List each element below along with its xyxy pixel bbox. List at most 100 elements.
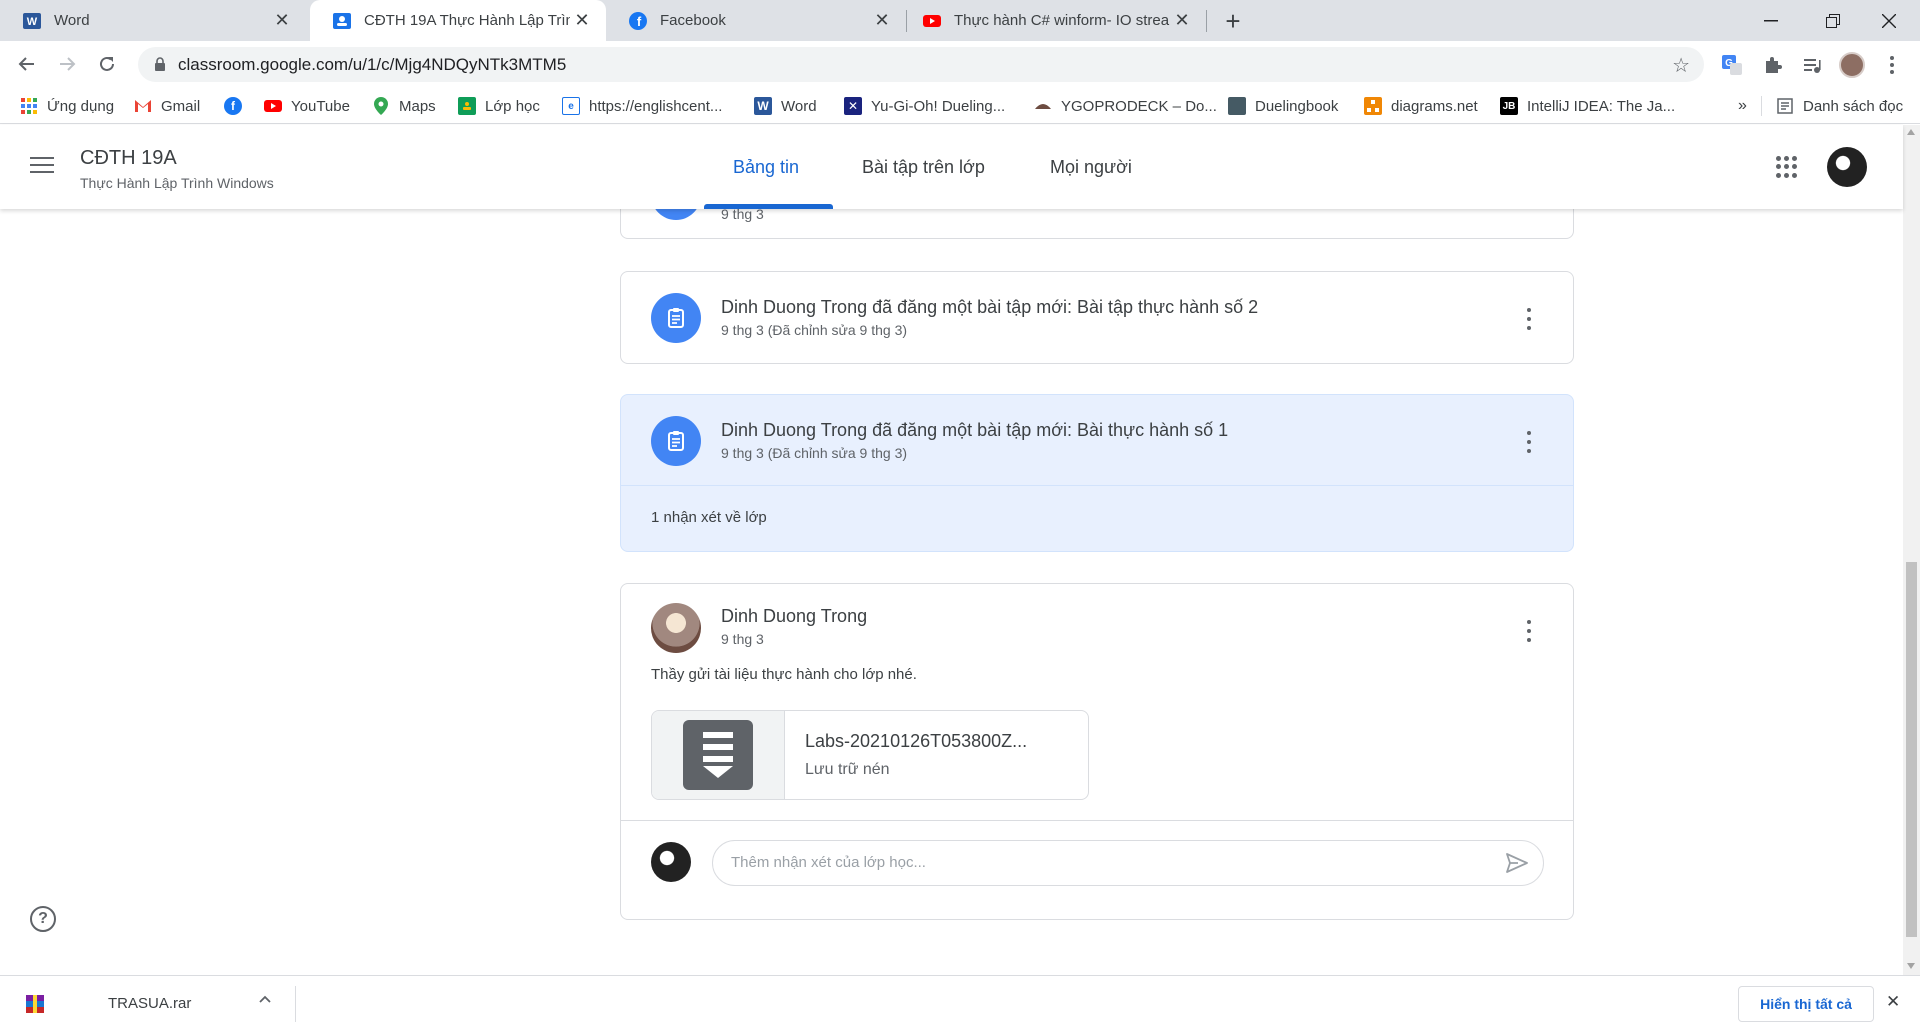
tab-word[interactable]: W Word ✕ xyxy=(0,0,306,41)
class-comments-link[interactable]: 1 nhận xét về lớp xyxy=(651,509,767,526)
classroom-icon xyxy=(458,97,476,115)
author-avatar[interactable] xyxy=(651,603,701,653)
scroll-down-icon[interactable] xyxy=(1907,963,1915,969)
divider xyxy=(621,485,1573,486)
assignment-icon xyxy=(651,416,701,466)
bookmark-label: YouTube xyxy=(291,97,350,115)
bookmark-gmail[interactable]: Gmail xyxy=(134,94,200,118)
browser-menu-icon[interactable] xyxy=(1878,51,1906,79)
maps-icon xyxy=(372,97,390,115)
tab-youtube[interactable]: Thực hành C# winform- IO stream ✕ xyxy=(900,0,1206,41)
bookmark-duelingbook[interactable]: Duelingbook xyxy=(1228,94,1338,118)
tab-facebook[interactable]: f Facebook ✕ xyxy=(606,0,906,41)
page-scrollbar[interactable] xyxy=(1903,125,1920,975)
author-name[interactable]: Dinh Duong Trong xyxy=(721,606,867,627)
restore-button[interactable] xyxy=(1802,0,1864,41)
tab-people[interactable]: Mọi người xyxy=(1050,157,1132,178)
post-title[interactable]: Dinh Duong Trong đã đăng một bài tập mới… xyxy=(721,420,1228,441)
attachment-thumbnail xyxy=(652,711,785,799)
divider xyxy=(621,820,1573,821)
chevron-up-icon[interactable] xyxy=(258,992,272,1011)
classroom-icon xyxy=(332,11,352,31)
current-user-avatar xyxy=(651,842,691,882)
new-tab-button[interactable]: + xyxy=(1218,6,1248,36)
show-all-downloads-button[interactable]: Hiển thị tất cả xyxy=(1738,986,1874,1022)
media-control-icon[interactable] xyxy=(1798,51,1826,79)
attachment-name[interactable]: Labs-20210126T053800Z... xyxy=(805,731,1027,752)
bookmark-label: Ứng dụng xyxy=(47,97,115,115)
svg-text:W: W xyxy=(27,16,38,28)
rar-archive-icon xyxy=(26,995,44,1013)
close-download-bar-button[interactable]: ✕ xyxy=(1886,992,1900,1012)
tab-separator xyxy=(1206,10,1207,32)
intellij-icon: JB xyxy=(1500,97,1518,115)
scroll-thumb[interactable] xyxy=(1906,562,1917,937)
stream-post[interactable]: 9 thg 3 xyxy=(620,209,1574,239)
bookmark-yugioh[interactable]: ✕ Yu-Gi-Oh! Dueling... xyxy=(844,94,1005,118)
close-icon[interactable]: ✕ xyxy=(270,9,294,33)
bookmark-apps[interactable]: Ứng dụng xyxy=(20,94,114,118)
account-avatar[interactable] xyxy=(1827,147,1867,187)
bookmark-facebook[interactable]: f xyxy=(224,94,251,118)
bookmark-word[interactable]: W Word xyxy=(754,94,817,118)
window-close-button[interactable] xyxy=(1858,0,1920,41)
forward-button[interactable] xyxy=(50,47,84,81)
bookmark-diagrams[interactable]: diagrams.net xyxy=(1364,94,1478,118)
translate-icon[interactable]: G xyxy=(1718,51,1746,79)
extensions-icon[interactable] xyxy=(1758,51,1786,79)
class-subtitle: Thực Hành Lập Trình Windows xyxy=(80,175,274,191)
bookmark-intellij[interactable]: JB IntelliJ IDEA: The Ja... xyxy=(1500,94,1675,118)
tab-title: Word xyxy=(54,12,90,29)
download-file-name: TRASUA.rar xyxy=(108,995,192,1012)
more-options-icon[interactable] xyxy=(1527,620,1533,642)
post-date: 9 thg 3 (Đã chỉnh sửa 9 thg 3) xyxy=(721,322,908,338)
close-icon[interactable]: ✕ xyxy=(1170,9,1194,33)
bookmark-youtube[interactable]: YouTube xyxy=(264,94,350,118)
stream-post[interactable]: Dinh Duong Trong đã đăng một bài tập mới… xyxy=(620,394,1574,552)
comment-input[interactable]: Thêm nhận xét của lớp học... xyxy=(712,840,1544,886)
hamburger-menu-icon[interactable] xyxy=(30,157,54,175)
close-icon[interactable]: ✕ xyxy=(570,9,594,33)
stream-post[interactable]: Dinh Duong Trong đã đăng một bài tập mới… xyxy=(620,271,1574,364)
bookmark-maps[interactable]: Maps xyxy=(372,94,436,118)
google-apps-icon[interactable] xyxy=(1776,156,1798,178)
more-bookmarks-button[interactable]: » xyxy=(1738,94,1747,118)
announcement-card: Dinh Duong Trong 9 thg 3 Thầy gửi tài li… xyxy=(620,583,1574,920)
tab-classwork[interactable]: Bài tập trên lớp xyxy=(862,157,985,178)
minimize-button[interactable] xyxy=(1740,0,1802,41)
bookmark-label: Yu-Gi-Oh! Dueling... xyxy=(871,97,1006,115)
bookmark-label: Danh sách đọc xyxy=(1803,97,1904,115)
scroll-up-icon[interactable] xyxy=(1907,129,1915,135)
ygopro-icon xyxy=(1034,97,1052,115)
bookmark-ygoprodeck[interactable]: YGOPRODECK – Do... xyxy=(1034,94,1217,118)
address-bar[interactable]: classroom.google.com/u/1/c/Mjg4NDQyNTk3M… xyxy=(138,47,1704,82)
more-options-icon[interactable] xyxy=(1527,431,1533,453)
lock-icon[interactable] xyxy=(152,56,168,72)
page-icon: e xyxy=(562,97,580,115)
class-title[interactable]: CĐTH 19A xyxy=(80,147,177,170)
send-icon[interactable] xyxy=(1505,852,1529,879)
tab-classroom[interactable]: CĐTH 19A Thực Hành Lập Trình W ✕ xyxy=(310,0,606,41)
download-item[interactable]: TRASUA.rar xyxy=(0,976,295,1030)
facebook-icon: f xyxy=(224,97,242,115)
attachment-card[interactable]: Labs-20210126T053800Z... Lưu trữ nén xyxy=(651,710,1089,800)
bookmark-label: IntelliJ IDEA: The Ja... xyxy=(1527,97,1676,115)
url-text[interactable]: classroom.google.com/u/1/c/Mjg4NDQyNTk3M… xyxy=(178,55,566,75)
help-icon[interactable]: ? xyxy=(30,906,56,932)
bookmark-label: diagrams.net xyxy=(1391,97,1478,115)
reading-list-button[interactable]: Danh sách đọc xyxy=(1776,94,1903,118)
more-options-icon[interactable] xyxy=(1527,308,1533,330)
profile-avatar[interactable] xyxy=(1838,51,1866,79)
back-button[interactable] xyxy=(10,47,44,81)
bookmark-classroom[interactable]: Lớp học xyxy=(458,94,540,118)
reload-button[interactable] xyxy=(90,47,124,81)
tab-stream[interactable]: Bảng tin xyxy=(733,157,799,178)
bookmark-label: Maps xyxy=(399,97,436,115)
gmail-icon xyxy=(134,97,152,115)
close-icon[interactable]: ✕ xyxy=(870,9,894,33)
word-icon: W xyxy=(22,11,42,31)
bookmark-englishcentral[interactable]: e https://englishcent... xyxy=(562,94,722,118)
download-bar: TRASUA.rar Hiển thị tất cả ✕ xyxy=(0,975,1920,1030)
post-title[interactable]: Dinh Duong Trong đã đăng một bài tập mới… xyxy=(721,297,1258,318)
bookmark-star-icon[interactable]: ☆ xyxy=(1672,53,1690,78)
